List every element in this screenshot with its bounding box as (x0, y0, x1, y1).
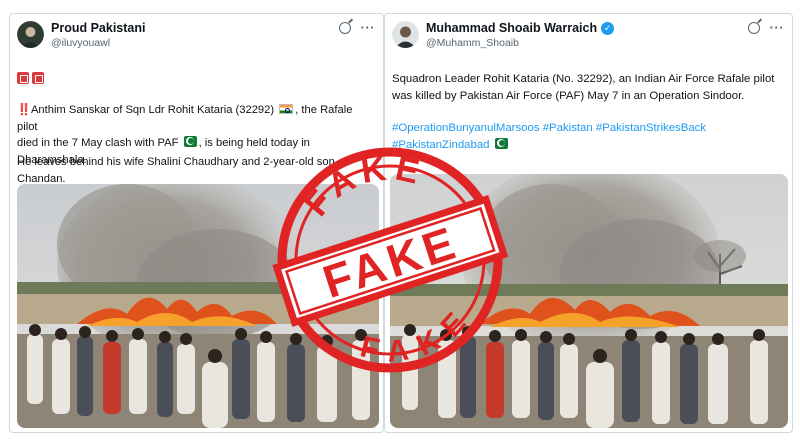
grok-icon[interactable] (338, 22, 351, 34)
post-text-line1a: Anthim Sanskar of Sqn Ldr Rohit Kataria … (30, 104, 275, 116)
red-square-emoji (17, 72, 29, 84)
post-header: Muhammad Shoaib Warraich ✓ @Muhamm_Shoai… (392, 20, 786, 52)
post-header: Proud Pakistani @iluvyouawl ··· (17, 20, 377, 52)
avatar[interactable] (17, 21, 44, 48)
author-name-row: Proud Pakistani (51, 21, 145, 35)
verified-badge-icon: ✓ (601, 21, 615, 35)
author-handle[interactable]: @Muhamm_Shoaib (426, 37, 519, 49)
author-handle[interactable]: @iluvyouawl (51, 37, 110, 49)
more-icon[interactable]: ··· (770, 21, 785, 34)
post-text-line2a: died in the 7 May clash with PAF (17, 137, 179, 149)
post-image[interactable] (390, 174, 788, 428)
funeral-pyre-crowd-photo (17, 184, 379, 428)
author-name[interactable]: Proud Pakistani (51, 21, 145, 35)
hashtag-link[interactable]: #OperationBunyanulMarsoos #Pakistan #Pak… (392, 122, 706, 134)
grok-icon[interactable] (747, 22, 760, 34)
hashtags: #OperationBunyanulMarsoos #Pakistan #Pak… (392, 120, 784, 153)
pakistan-flag-icon (183, 136, 197, 147)
avatar[interactable] (392, 21, 419, 48)
funeral-pyre-crowd-photo (390, 174, 788, 428)
double-exclamation-emoji: ‼️ (17, 104, 31, 116)
india-flag-icon (279, 104, 294, 114)
post-image[interactable] (17, 184, 379, 428)
post-actions: ··· (747, 21, 785, 34)
post-actions: ··· (338, 21, 376, 34)
pakistan-flag-icon (494, 137, 508, 149)
emoji-row (17, 72, 44, 84)
more-icon[interactable]: ··· (361, 21, 376, 34)
right-post-card[interactable]: Muhammad Shoaib Warraich ✓ @Muhamm_Shoai… (384, 13, 793, 433)
hashtag-link[interactable]: #PakistanZindabad (392, 139, 490, 151)
red-square-emoji (32, 72, 44, 84)
post-text: Squadron Leader Rohit Kataria (No. 32292… (392, 73, 775, 102)
left-post-card[interactable]: Proud Pakistani @iluvyouawl ··· ‼️Anthim… (9, 13, 384, 433)
post-text-paragraph2: He leaves behind his wife Shalini Chaudh… (17, 156, 335, 185)
author-name[interactable]: Muhammad Shoaib Warraich (426, 21, 597, 35)
author-name-row: Muhammad Shoaib Warraich ✓ (426, 21, 615, 35)
